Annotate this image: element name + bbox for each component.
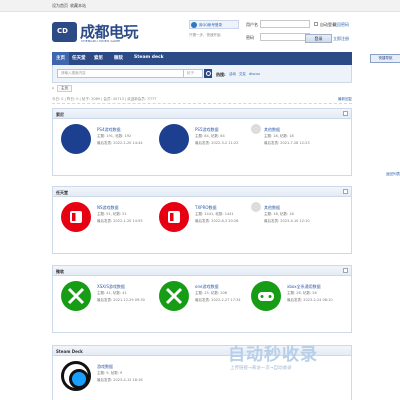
breadcrumb[interactable]: 主页 (57, 85, 72, 92)
nav-nintendo[interactable]: 任天堂 (72, 55, 86, 61)
hot-search-label: 热搜: (216, 72, 226, 77)
nav-home[interactable]: 主页 (52, 52, 69, 65)
password-label: 密码 (246, 35, 254, 40)
playstation-icon (61, 124, 91, 154)
home-icon[interactable]: ⌂ (52, 86, 54, 90)
collapse-icon[interactable] (343, 189, 348, 194)
section-nintendo: 任天堂 NS游戏数据 主题: 51, 帖数: 51 最后发表: 2022-1-2… (52, 186, 352, 254)
forgot-password-link[interactable]: 找回密码 (333, 22, 349, 28)
hot-search-item[interactable]: 活动 (229, 72, 236, 77)
forum-stats: 今日: 0 | 昨日: 0 | 帖子: 2089 | 会员: 45713 | 欢… (52, 95, 352, 104)
stats-text: 今日: 0 | 昨日: 0 | 帖子: 2089 | 会员: 45713 | 欢… (52, 97, 157, 101)
nintendo-switch-icon (159, 202, 189, 232)
top-bar: 设为首页 收藏本站 (0, 0, 400, 12)
collapse-icon[interactable] (343, 268, 348, 273)
latest-reply-link[interactable]: 最新回复 (338, 97, 352, 102)
search-input[interactable]: 请输入搜索内容 (57, 69, 197, 78)
watermark: 自动秒收录 上传链接→来访一次→自动收录 (228, 340, 398, 380)
username-label: 用户名 (246, 22, 258, 27)
steam-deck-icon (61, 361, 91, 391)
nav-microsoft[interactable]: 微软 (114, 55, 123, 61)
playstation-icon (159, 124, 189, 154)
main-nav: 主页 任天堂 索尼 微软 Steam deck 快捷导航 (52, 52, 400, 65)
login-button[interactable]: 登录 (305, 34, 332, 43)
search-icon[interactable] (204, 69, 212, 78)
set-homepage-link[interactable]: 设为首页 (52, 3, 68, 9)
password-field[interactable] (260, 33, 310, 41)
nav-sony[interactable]: 索尼 (94, 55, 103, 61)
default-forum-icon (251, 124, 261, 134)
xbox-icon (159, 281, 189, 311)
collapse-icon[interactable] (343, 111, 348, 116)
watermark-subtitle: 上传链接→来访一次→自动收录 (230, 366, 292, 371)
section-sony: 索尼 PS4游戏数据 主题: 191, 帖数: 192 最后发表: 2022-1… (52, 108, 352, 176)
logo-badge: CD (52, 22, 77, 42)
search-scope-select[interactable]: 帖子 (183, 69, 203, 78)
hot-search-item[interactable]: 交友 (239, 72, 246, 77)
xbox-icon (61, 281, 91, 311)
nav-steam-deck[interactable]: Steam deck (134, 55, 164, 60)
auto-login-checkbox[interactable] (314, 22, 318, 26)
gamepad-icon (251, 281, 281, 311)
section-header: 任天堂 (53, 187, 351, 197)
add-favorite-link[interactable]: 收藏本站 (70, 3, 86, 9)
section-header: 微软 (53, 266, 351, 276)
hot-search-item[interactable]: discuz (249, 72, 260, 76)
register-link[interactable]: 立即注册 (333, 36, 349, 42)
default-forum-icon (251, 202, 261, 212)
section-header: 索尼 (53, 109, 351, 119)
site-logo[interactable]: CD 成都电玩 CHENGDU VIDEO GAME (52, 20, 162, 46)
username-field[interactable] (260, 20, 310, 28)
nintendo-switch-icon (61, 202, 91, 232)
watermark-title: 自动秒收录 (228, 345, 318, 365)
qq-icon (191, 22, 197, 28)
quick-nav-button[interactable]: 快捷导航 (370, 54, 400, 63)
back-to-list-link[interactable]: 返回列表 (386, 172, 400, 177)
section-microsoft: 微软 XSX/S游戏数据 主题: 41, 帖数: 41 最后发表: 2021-1… (52, 265, 352, 333)
qq-login-tip: 只需一步，快速开始 (189, 33, 221, 37)
search-bar: 请输入搜索内容 帖子 热搜: 活动 交友 discuz (52, 65, 352, 83)
logo-subtitle: CHENGDU VIDEO GAME (81, 39, 121, 43)
qq-login-button[interactable]: 用QQ帐号登录 (189, 20, 239, 29)
